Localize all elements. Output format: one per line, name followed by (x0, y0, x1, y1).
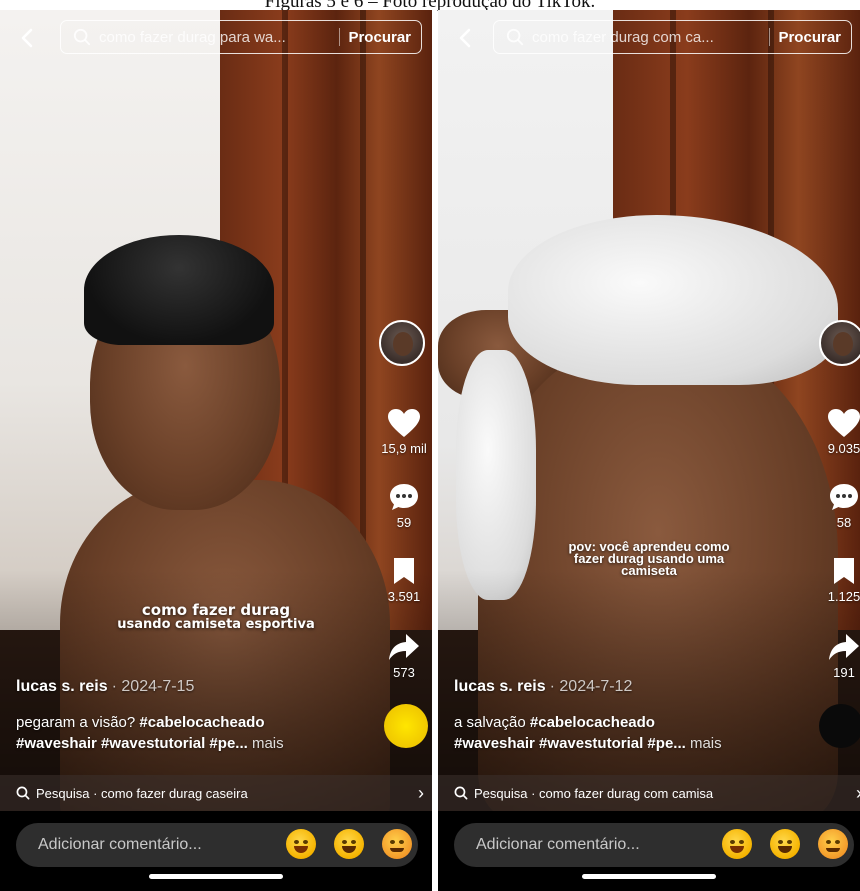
video-frame[interactable] (438, 10, 860, 891)
share-icon (389, 634, 419, 660)
comment-button[interactable]: 58 (816, 482, 860, 530)
search-input[interactable]: como fazer durag com ca... Procurar (493, 20, 852, 54)
author-name[interactable]: lucas s. reis (454, 678, 546, 695)
post-date: · 2024-7-12 (549, 678, 633, 695)
search-bar: como fazer durag com ca... Procurar (438, 20, 860, 54)
comment-icon (390, 484, 418, 510)
avatar[interactable] (819, 320, 860, 366)
video-frame[interactable] (0, 10, 432, 891)
search-button[interactable]: Procurar (348, 29, 411, 46)
search-query: como fazer durag com ca... (532, 28, 714, 46)
comment-bar: Adicionar comentário... (0, 811, 432, 891)
comment-input[interactable]: Adicionar comentário... (16, 823, 418, 867)
suggestion-text: Pesquisa · como fazer durag caseira (36, 785, 248, 801)
comment-icon (830, 484, 858, 510)
music-disc-icon[interactable] (384, 704, 428, 748)
save-count: 1.125 (827, 589, 860, 604)
suggestion-text: Pesquisa · como fazer durag com camisa (474, 785, 714, 801)
search-query: como fazer durag para wa... (99, 28, 286, 46)
like-count: 15,9 mil (381, 441, 427, 456)
heart-icon (828, 409, 860, 437)
search-input[interactable]: como fazer durag para wa... Procurar (60, 20, 422, 54)
comment-button[interactable]: 59 (376, 482, 432, 530)
home-indicator[interactable] (582, 874, 716, 879)
back-icon[interactable] (454, 26, 478, 50)
laughing-emoji-icon[interactable] (334, 829, 364, 859)
comment-input[interactable]: Adicionar comentário... (454, 823, 854, 867)
love-emoji-icon[interactable] (382, 829, 412, 859)
video-overlay-text: pov: você aprendeu como fazer durag usan… (568, 539, 730, 578)
comment-bar: Adicionar comentário... (438, 811, 860, 891)
tiktok-screen-1: como fazer durag para wa... Procurar com… (0, 10, 432, 891)
search-suggestion[interactable]: Pesquisa · como fazer durag caseira › (0, 775, 432, 811)
crying-emoji-icon[interactable] (722, 829, 752, 859)
chevron-right-icon: › (418, 783, 424, 803)
comment-placeholder: Adicionar comentário... (38, 836, 202, 853)
comment-count: 59 (396, 515, 412, 530)
author-line: lucas s. reis · 2024-7-15 (16, 678, 362, 696)
hashtags[interactable]: #waveshair #wavestutorial #pe... (454, 735, 686, 752)
crying-emoji-icon[interactable] (286, 829, 316, 859)
home-indicator[interactable] (149, 874, 283, 879)
share-button[interactable]: 573 (376, 632, 432, 680)
search-icon (73, 28, 91, 46)
hashtags[interactable]: #waveshair #wavestutorial #pe... (16, 735, 248, 752)
like-button[interactable]: 9.035 (816, 408, 860, 456)
search-icon (506, 28, 524, 46)
author-line: lucas s. reis · 2024-7-12 (454, 678, 790, 696)
video-info: lucas s. reis · 2024-7-12 a salvação #cab… (454, 678, 790, 754)
comment-count: 58 (836, 515, 852, 530)
save-button[interactable]: 1.125 (816, 556, 860, 604)
search-icon (454, 786, 468, 800)
laughing-emoji-icon[interactable] (770, 829, 800, 859)
back-icon[interactable] (16, 26, 40, 50)
video-info: lucas s. reis · 2024-7-15 pegaram a visão… (16, 678, 362, 754)
post-date: · 2024-7-15 (111, 678, 195, 695)
love-emoji-icon[interactable] (818, 829, 848, 859)
save-count: 3.591 (387, 589, 421, 604)
bookmark-icon (394, 558, 414, 584)
music-disc-icon[interactable] (819, 704, 860, 748)
author-name[interactable]: lucas s. reis (16, 678, 108, 695)
search-bar: como fazer durag para wa... Procurar (0, 20, 432, 54)
share-icon (829, 634, 859, 660)
hashtag[interactable]: #cabelocacheado (139, 714, 264, 731)
comment-placeholder: Adicionar comentário... (476, 836, 640, 853)
video-description: pegaram a visão? #cabelocacheado #wavesh… (16, 714, 284, 752)
bookmark-icon (834, 558, 854, 584)
share-button[interactable]: 191 (816, 632, 860, 680)
like-count: 9.035 (827, 441, 860, 456)
search-button[interactable]: Procurar (778, 29, 841, 46)
tiktok-screen-2: como fazer durag com ca... Procurar pov:… (438, 10, 860, 891)
video-description: a salvação #cabelocacheado #waveshair #w… (454, 714, 722, 752)
more-link[interactable]: mais (690, 735, 722, 752)
more-link[interactable]: mais (252, 735, 284, 752)
share-count: 573 (393, 665, 415, 680)
hashtag[interactable]: #cabelocacheado (530, 714, 655, 731)
avatar[interactable] (379, 320, 425, 366)
search-icon (16, 786, 30, 800)
heart-icon (388, 409, 420, 437)
video-overlay-text: como fazer durag usando camiseta esporti… (117, 601, 315, 632)
search-suggestion[interactable]: Pesquisa · como fazer durag com camisa › (438, 775, 860, 811)
chevron-right-icon: › (856, 783, 860, 804)
share-count: 191 (833, 665, 855, 680)
like-button[interactable]: 15,9 mil (376, 408, 432, 456)
save-button[interactable]: 3.591 (376, 556, 432, 604)
